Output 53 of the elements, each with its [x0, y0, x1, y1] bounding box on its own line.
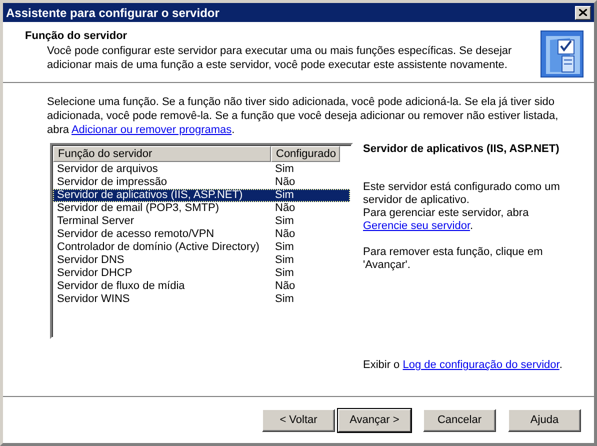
wizard-button[interactable]: Cancelar	[423, 408, 496, 432]
configured-cell-text: Não	[274, 202, 296, 215]
wizard-button[interactable]: Avançar >	[338, 408, 411, 432]
role-cell-text: Servidor DHCP	[56, 267, 134, 280]
list-row[interactable]: Servidor WINS Sim	[53, 293, 350, 306]
configured-cell-text: Sim	[274, 189, 295, 202]
link[interactable]: Gerencie seu servidor	[363, 220, 470, 232]
link[interactable]: Log de configuração do servidor	[402, 359, 560, 371]
instructions-text: Selecione uma função. Se a função não tiver sido adicionada, você pode adicioná-la. Se ela já tiver sido adicionada, você pode removê-la. Se a função que você deseja adicionar ou remover não estiver listada, abra Adicionar ou remover programas.	[47, 95, 560, 137]
role-cell-text: Servidor de acesso remoto/VPN	[56, 228, 216, 241]
configured-cell-text: Sim	[274, 241, 295, 254]
window-title: Assistente para configurar o servidor	[6, 6, 220, 20]
role-cell-text: Servidor de fluxo de mídia	[56, 280, 186, 293]
list-row[interactable]: Servidor de acesso remoto/VPN Não	[53, 228, 350, 241]
configured-cell-text: Não	[274, 176, 296, 189]
configured-cell-text: Sim	[274, 215, 295, 228]
role-cell-text: Servidor WINS	[56, 293, 131, 306]
page-description: Você pode configurar este servidor para executar uma ou mais funções específicas. Se desejar adicionar mais de uma função a este servidor, você pode executar este assistente novamente.	[46, 44, 513, 72]
wizard-button[interactable]: Ajuda	[508, 408, 581, 432]
list-row[interactable]: Servidor DNS Sim	[53, 254, 350, 267]
column-header[interactable]: Função do servidor	[53, 146, 271, 162]
role-cell-text: Servidor de email (POP3, SMTP)	[56, 202, 220, 215]
wizard-button[interactable]: < Voltar	[262, 408, 335, 432]
log-text: Exibir o Log de configuração do servidor.	[363, 359, 564, 372]
role-cell-text: Terminal Server	[56, 215, 136, 228]
list-row[interactable]: Servidor DHCP Sim	[53, 267, 350, 280]
list-row[interactable]: Terminal Server Sim	[53, 215, 350, 228]
role-cell-text: Servidor de aplicativos (IIS, ASP.NET)	[56, 189, 244, 202]
role-cell-text: Servidor DNS	[56, 254, 126, 267]
role-description: Para remover esta função, clique em 'Avançar'.	[363, 246, 544, 272]
link[interactable]: Adicionar ou remover programas	[71, 124, 232, 136]
list-row[interactable]: Servidor de impressão Não	[53, 176, 350, 189]
configured-cell-text: Sim	[274, 163, 295, 176]
column-header[interactable]: Configurado	[271, 146, 340, 162]
list-row[interactable]: Controlador de domínio (Active Directory) Sim	[53, 241, 350, 254]
role-cell-text: Servidor de impressão	[56, 176, 168, 189]
close-button[interactable]	[575, 6, 591, 20]
close-icon	[579, 9, 587, 16]
role-description: Este servidor está configurado como um servidor de aplicativo. Para gerenciar este servidor, abra Gerencie seu servidor.	[363, 181, 561, 233]
configured-cell-text: Sim	[274, 254, 295, 267]
configured-cell-text: Não	[274, 228, 296, 241]
role-title: Servidor de aplicativos (IIS, ASP.NET)	[363, 143, 560, 155]
configured-cell-text: Não	[274, 280, 296, 293]
list-row[interactable]: Servidor de arquivos Sim	[53, 163, 350, 176]
list-row[interactable]: Servidor de email (POP3, SMTP) Não	[53, 202, 350, 215]
configured-cell-text: Sim	[274, 267, 295, 280]
role-cell-text: Controlador de domínio (Active Directory)	[56, 241, 260, 254]
role-cell-text: Servidor de arquivos	[56, 163, 159, 176]
server-checklist-icon	[540, 30, 584, 78]
page-title: Função do servidor	[25, 30, 128, 42]
list-row[interactable]: Servidor de fluxo de mídia Não	[53, 280, 350, 293]
list-row[interactable]: Servidor de aplicativos (IIS, ASP.NET) Sim	[53, 189, 350, 202]
configured-cell-text: Sim	[274, 293, 295, 306]
